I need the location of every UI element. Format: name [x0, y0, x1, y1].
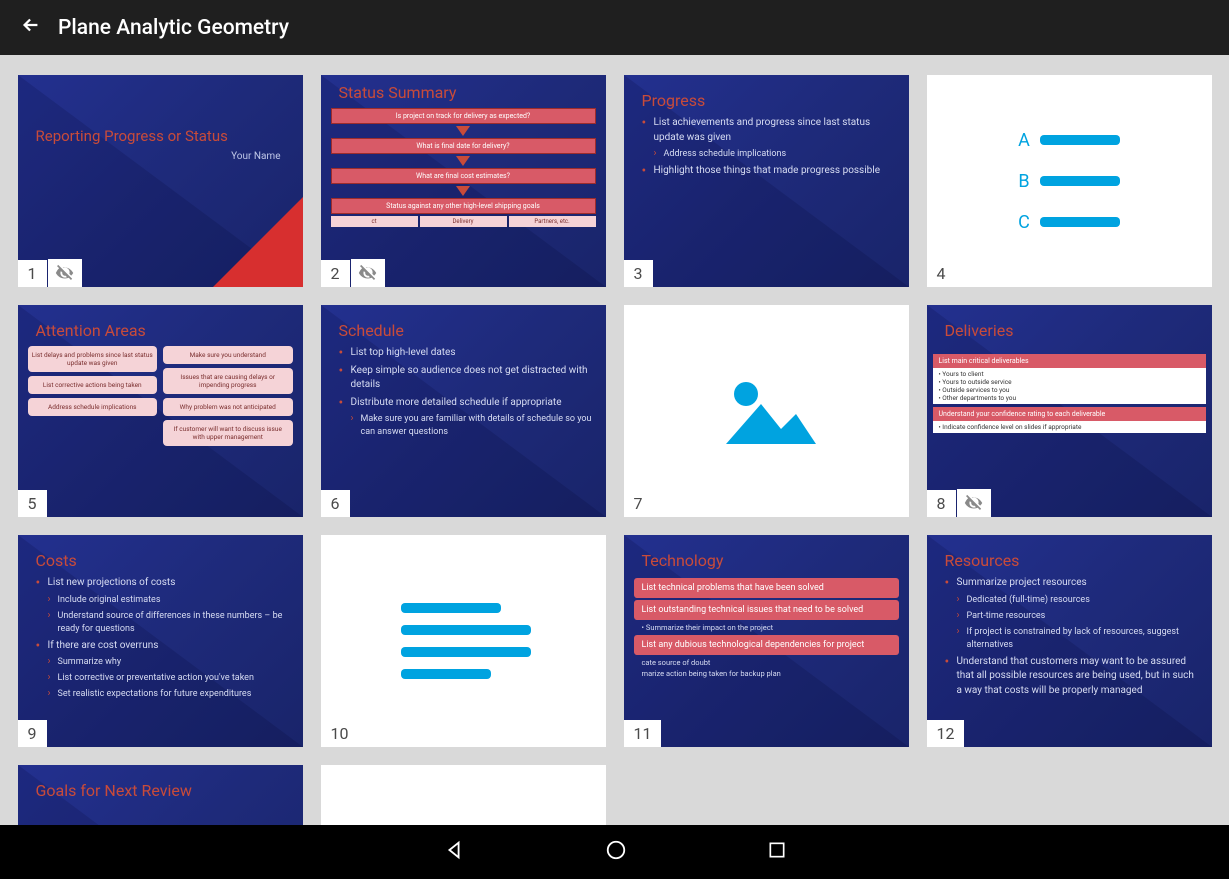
slide-thumbnail[interactable]: 8DeliveriesList main critical deliverabl…	[927, 305, 1212, 517]
slide-number: 10	[321, 720, 359, 747]
hidden-slide-icon	[48, 259, 82, 287]
slide-thumbnail[interactable]: 9CostsList new projections of costsInclu…	[18, 535, 303, 747]
slide-thumbnail[interactable]: 6ScheduleList top high-level datesKeep s…	[321, 305, 606, 517]
slide-number: 6	[321, 490, 350, 517]
page-title: Plane Analytic Geometry	[58, 16, 289, 40]
hidden-slide-icon	[957, 489, 991, 517]
slide-thumbnail[interactable]: 13Goals for Next Review	[18, 765, 303, 825]
hidden-slide-icon	[351, 259, 385, 287]
slide-number: 4	[927, 260, 956, 287]
slides-scroll-area[interactable]: 1Reporting Progress or StatusYour Name2S…	[0, 55, 1229, 825]
slide-thumbnail[interactable]: 14	[321, 765, 606, 825]
slide-thumbnail[interactable]: 7	[624, 305, 909, 517]
app-header: Plane Analytic Geometry	[0, 0, 1229, 55]
slide-thumbnail[interactable]: 5Attention AreasList delays and problems…	[18, 305, 303, 517]
back-arrow-icon[interactable]	[12, 6, 58, 50]
slide-thumbnail[interactable]: 3ProgressList achievements and progress …	[624, 75, 909, 287]
slide-number: 9	[18, 720, 47, 747]
slide-number: 7	[624, 490, 653, 517]
slide-thumbnail[interactable]: 1Reporting Progress or StatusYour Name	[18, 75, 303, 287]
slide-thumbnail[interactable]: 4ABC	[927, 75, 1212, 287]
nav-back-icon[interactable]	[443, 839, 465, 865]
nav-recent-icon[interactable]	[767, 840, 787, 864]
slide-number: 3	[624, 260, 653, 287]
slides-grid: 1Reporting Progress or StatusYour Name2S…	[8, 75, 1221, 825]
slide-number: 2	[321, 260, 350, 287]
android-navbar	[0, 825, 1229, 879]
slide-number: 8	[927, 490, 956, 517]
slide-number: 11	[624, 720, 662, 747]
slide-thumbnail[interactable]: 12ResourcesSummarize project resourcesDe…	[927, 535, 1212, 747]
slide-number: 12	[927, 720, 965, 747]
slide-number: 5	[18, 490, 47, 517]
slide-thumbnail[interactable]: 10	[321, 535, 606, 747]
nav-home-icon[interactable]	[605, 839, 627, 865]
slide-thumbnail[interactable]: 11TechnologyList technical problems that…	[624, 535, 909, 747]
slide-thumbnail[interactable]: 2Status SummaryIs project on track for d…	[321, 75, 606, 287]
slide-number: 1	[18, 260, 47, 287]
